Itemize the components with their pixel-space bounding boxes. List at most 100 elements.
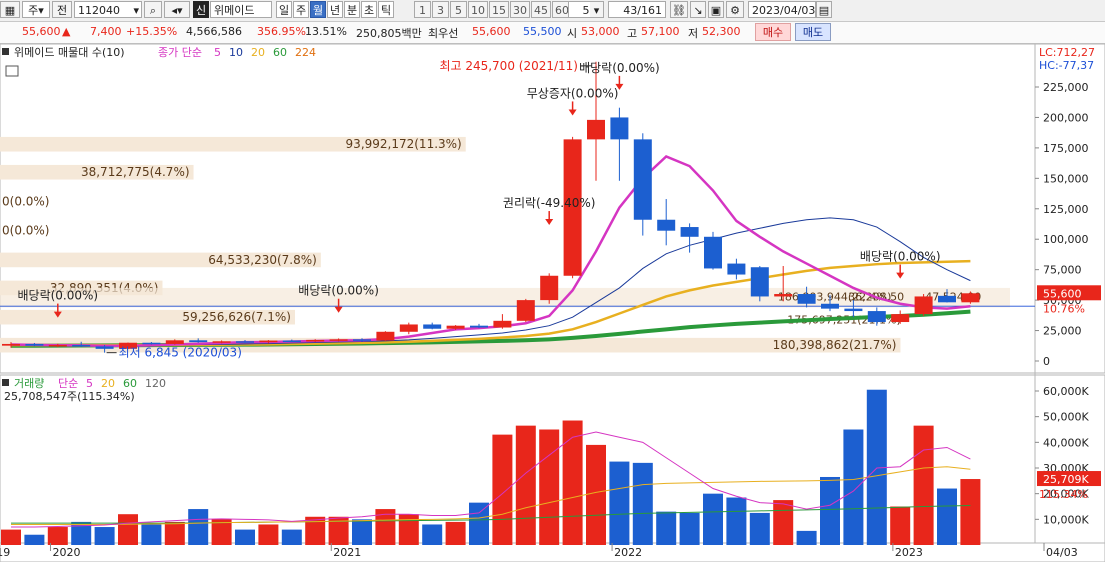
candle-body: [306, 339, 325, 342]
y-tick-label: 175,000: [1043, 142, 1089, 155]
profile-label: 0(0.0%): [2, 224, 49, 238]
vol-legend-period: 5: [86, 377, 93, 390]
last-volume-label: 25,709K: [1043, 473, 1089, 486]
profile-label: 59,256,626(7.1%): [182, 310, 291, 324]
price-title: 위메이드 매물대 수(10): [14, 46, 125, 59]
volume-bar: [679, 512, 700, 545]
candle-body: [610, 117, 629, 140]
candle-body: [867, 311, 886, 323]
price-legend-period: 20: [251, 46, 265, 59]
candle-body: [891, 314, 910, 323]
volume-bar: [188, 509, 209, 545]
volume-bar: [1, 529, 21, 545]
last-volume-pct: 115.34%: [1039, 488, 1088, 501]
candle-body: [142, 342, 161, 345]
candle-body: [938, 295, 956, 303]
candle-body: [48, 344, 67, 347]
candle-body: [821, 303, 839, 309]
event-annotation: 무상증자(0.00%): [527, 86, 619, 100]
volume-bar: [632, 462, 653, 545]
y-tick-label: 225,000: [1043, 81, 1089, 94]
candle-body: [399, 324, 418, 332]
volume-bar: [164, 521, 185, 545]
candle-body: [797, 294, 816, 304]
candle-body: [680, 227, 699, 237]
volume-bar: [749, 512, 770, 545]
candle-body: [493, 320, 512, 328]
event-annotation: 배당락(0.00%): [298, 284, 379, 298]
candle-body: [72, 344, 91, 347]
lc-label: LC:712,27: [1039, 46, 1095, 59]
candle-body: [657, 219, 676, 231]
volume-bar: [469, 502, 489, 545]
volume-bar: [258, 524, 279, 545]
x-tick-label: 04/03: [1046, 546, 1078, 559]
volume-bar: [445, 521, 466, 545]
candle-body: [704, 236, 722, 269]
candle-body: [353, 339, 371, 341]
vol-legend-period: 120: [145, 377, 166, 390]
candle-body: [540, 275, 559, 301]
last-price-label: 55,600: [1043, 287, 1082, 300]
candle-body: [750, 267, 769, 297]
event-annotation: 배당락(0.00%): [860, 250, 941, 264]
extreme-label: 최저 6,845 (2020/03): [119, 346, 242, 360]
x-tick-label: 2022: [614, 546, 642, 559]
candle-body: [774, 294, 793, 297]
volume-bar: [398, 514, 419, 545]
candle-body: [329, 339, 348, 341]
volume-bar: [515, 425, 536, 545]
volume-bar: [609, 461, 630, 545]
y-tick-label: 25,000: [1043, 325, 1082, 338]
candle-body: [914, 296, 933, 315]
candle-body: [470, 325, 488, 328]
volume-bar: [586, 444, 606, 545]
volume-bar: [843, 429, 864, 545]
chart-area[interactable]: 93,992,172(11.3%) 38,712,775(4.7%) 0(0.0%)…: [0, 0, 1105, 562]
volume-bar: [960, 479, 981, 545]
vol-y-tick-label: 50,000K: [1043, 411, 1089, 424]
hc-label: HC:-77,37: [1039, 59, 1094, 72]
volume-bar: [235, 529, 255, 545]
volume-bar: [539, 429, 560, 545]
vol-y-tick-label: 40,000K: [1043, 436, 1089, 449]
y-tick-label: 200,000: [1043, 111, 1089, 124]
volume-subtitle: 25,708,547주(115.34%): [4, 390, 135, 403]
price-legend-period: 5: [214, 46, 221, 59]
profile-label: 0(0.0%): [2, 194, 49, 208]
y-tick-label: 0: [1043, 355, 1050, 368]
candle-body: [423, 324, 442, 329]
candle-body: [844, 308, 863, 312]
candle-body: [961, 293, 980, 303]
volume-bar: [352, 519, 372, 545]
y-tick-label: 100,000: [1043, 233, 1089, 246]
candle-body: [587, 119, 605, 140]
candle-body: [165, 340, 184, 344]
volume-bar: [656, 511, 677, 545]
volume-bar: [937, 488, 957, 545]
candle-body: [282, 340, 301, 343]
vol-legend-period: 60: [123, 377, 137, 390]
volume-bar: [820, 476, 840, 545]
vol-legend-prefix: 단순: [58, 377, 78, 390]
y-tick-label: 75,000: [1043, 264, 1082, 277]
price-legend-period: 60: [273, 46, 287, 59]
x-tick-label: 2019: [0, 546, 10, 559]
legend-marker: [2, 48, 9, 55]
volume-bar: [796, 530, 817, 545]
volume-bar: [118, 514, 138, 545]
last-pct-label: 10.76%: [1043, 302, 1085, 315]
candle-body: [446, 325, 465, 329]
volume-bar: [913, 425, 934, 545]
volume-bar: [47, 527, 68, 545]
profile-label: 64,533,230(7.8%): [208, 253, 317, 267]
volume-bar: [890, 506, 911, 545]
profile-label: 180,398,862(21.7%): [773, 338, 897, 352]
candle-body: [25, 343, 44, 346]
candle-body: [189, 340, 208, 343]
candle-body: [516, 300, 535, 321]
volume-bar: [24, 534, 45, 545]
vol-legend-period: 20: [101, 377, 115, 390]
candle-body: [236, 341, 254, 343]
candle-body: [633, 139, 652, 220]
